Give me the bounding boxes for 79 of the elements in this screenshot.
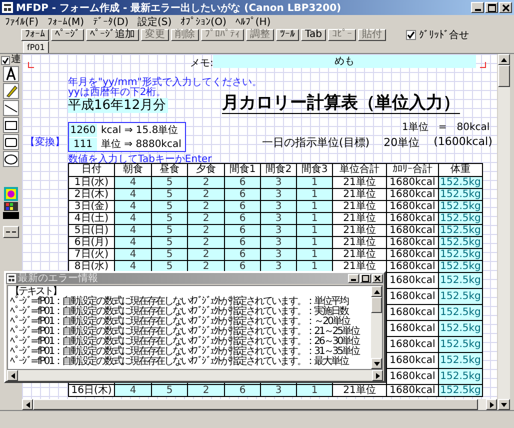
input-cell[interactable]: 152.5kg xyxy=(438,224,482,236)
table-cell: 2日(木) xyxy=(68,188,114,200)
input-cell[interactable]: 152.5kg xyxy=(438,260,482,272)
input-cell[interactable]: 152.5kg xyxy=(438,200,482,212)
menu-item[interactable]: ﾍﾙﾌﾟ(H) xyxy=(235,16,271,28)
toolbar-button[interactable]: ﾍﾟｰｼﾞ追加 xyxy=(86,28,139,40)
menu-item[interactable]: ﾌｧｲﾙ(F) xyxy=(5,16,39,28)
table-cell: 1680kcal xyxy=(386,212,438,224)
table-cell: 21単位 xyxy=(332,200,386,212)
error-message: ﾍﾟｰｼﾞ=fP01：自動設定の数式に現在存在しないｵﾌﾞｼﾞｪｸﾄが指定されています。：最大単位 xyxy=(10,357,350,367)
daily-target-text: (1600kcal) xyxy=(434,135,492,150)
input-cell[interactable]: 152.5kg xyxy=(438,248,482,260)
menu-item[interactable]: ﾌｫｰﾑ(M) xyxy=(48,16,84,28)
menu-item[interactable]: ﾃﾞｰﾀ(D) xyxy=(93,16,129,28)
table-cell: 21単位 xyxy=(332,248,386,260)
convert-input[interactable]: 1260 xyxy=(69,124,97,136)
input-cell[interactable]: 152.5kg xyxy=(438,368,482,384)
error-message: ﾍﾟｰｼﾞ=fP01：自動設定の数式に現在存在しないｵﾌﾞｼﾞｪｸﾄが指定されています。：単位平均 xyxy=(10,297,350,307)
error-window-title: 最新のエラー情報 xyxy=(18,273,98,284)
table-cell: 1680kcal xyxy=(386,224,438,236)
checkbox-label: 連 xyxy=(11,55,21,65)
column-header: 単位合計 xyxy=(332,164,386,176)
memo-field[interactable]: めも xyxy=(213,55,476,68)
memo-label: メモ: xyxy=(190,57,214,70)
toolbar-button[interactable]: ﾌｫｰﾑ xyxy=(21,28,49,40)
month-field[interactable]: 平成16年12月分 xyxy=(68,98,168,113)
convert-result: 単位 ⇒ 8880kcal xyxy=(100,138,182,151)
window-title: MFDP - フォーム作成 - 最新エラー出したいがな (Canon LBP3200) xyxy=(16,1,342,14)
input-cell[interactable]: 152.5kg xyxy=(438,176,482,188)
convert-result: kcal ⇒ 15.8単位 xyxy=(100,124,180,137)
daily-target-text: 20単位 xyxy=(384,135,420,150)
error-message: ﾍﾟｰｼﾞ=fP01：自動設定の数式に現在存在しないｵﾌﾞｼﾞｪｸﾄが指定されています。：実施日数 xyxy=(10,307,349,317)
table-cell: 5日(日) xyxy=(68,224,114,236)
input-cell[interactable]: 152.5kg xyxy=(438,336,482,352)
input-cell[interactable]: 152.5kg xyxy=(438,212,482,224)
toolbar-button[interactable]: Tab xyxy=(301,28,326,40)
daily-target-text: 一日の指示単位(目標) xyxy=(262,135,370,150)
input-cell[interactable]: 152.5kg xyxy=(438,188,482,200)
table-cell: 1680kcal xyxy=(386,236,438,248)
input-cell[interactable]: 152.5kg xyxy=(438,320,482,336)
table-cell: 3日(金) xyxy=(68,200,114,212)
page-tab[interactable]: fP01 xyxy=(23,41,49,53)
table-cell: 1日(水) xyxy=(68,176,114,188)
table-cell: 1680kcal xyxy=(386,248,438,260)
column-header: 日付 xyxy=(68,164,114,176)
input-cell[interactable]: 152.5kg xyxy=(438,288,482,304)
error-message: ﾍﾟｰｼﾞ=fP01：自動設定の数式に現在存在しないｵﾌﾞｼﾞｪｸﾄが指定されています。：26～30単位 xyxy=(10,337,361,347)
table-cell: 1680kcal xyxy=(386,384,438,396)
table-cell: 21単位 xyxy=(332,384,386,396)
table-cell: 21単位 xyxy=(332,212,386,224)
input-cell[interactable]: 152.5kg xyxy=(438,384,482,396)
table-cell: 1680kcal xyxy=(386,200,438,212)
unit-rate-text: 1単位 = 80kcal xyxy=(402,121,490,134)
table-cell: 21単位 xyxy=(332,224,386,236)
table-cell: 1680kcal xyxy=(386,188,438,200)
table-cell: 4日(土) xyxy=(68,212,114,224)
input-cell[interactable]: 152.5kg xyxy=(438,352,482,368)
table-cell: 7日(火) xyxy=(68,248,114,260)
table-cell: 1680kcal xyxy=(386,176,438,188)
toolbar-button[interactable]: ﾍﾟｰｼﾞ xyxy=(51,28,84,40)
table-cell: 21単位 xyxy=(332,236,386,248)
menu-item[interactable]: 設定(S) xyxy=(138,14,172,28)
column-header: ｶﾛﾘｰ合計 xyxy=(386,164,438,176)
error-heading: 【テキスト】 xyxy=(10,287,62,297)
table-cell: 6日(月) xyxy=(68,236,114,248)
convert-input[interactable]: 111 xyxy=(69,138,97,150)
error-message: ﾍﾟｰｼﾞ=fP01：自動設定の数式に現在存在しないｵﾌﾞｼﾞｪｸﾄが指定されています。：31～35単位 xyxy=(10,347,361,357)
convert-label: 【変換】 xyxy=(25,136,65,149)
input-cell[interactable]: 152.5kg xyxy=(438,272,482,288)
checkbox-label: ｸﾞﾘｯﾄﾞ合せ xyxy=(418,28,469,42)
table-cell: 21単位 xyxy=(332,176,386,188)
input-cell[interactable]: 152.5kg xyxy=(438,236,482,248)
table-cell: 16日(木) xyxy=(68,384,114,396)
input-cell[interactable]: 152.5kg xyxy=(438,304,482,320)
error-message: ﾍﾟｰｼﾞ=fP01：自動設定の数式に現在存在しないｵﾌﾞｼﾞｪｸﾄが指定されています。：21～25単位 xyxy=(10,327,361,337)
menu-item[interactable]: ｵﾌﾟｼｮﾝ(O) xyxy=(180,16,226,28)
toolbar-button[interactable]: ﾂｰﾙ xyxy=(276,28,299,40)
error-message: ﾍﾟｰｼﾞ=fP01：自動設定の数式に現在存在しないｵﾌﾞｼﾞｪｸﾄが指定されています。：～20単位 xyxy=(10,317,350,327)
table-cell: 21単位 xyxy=(332,188,386,200)
